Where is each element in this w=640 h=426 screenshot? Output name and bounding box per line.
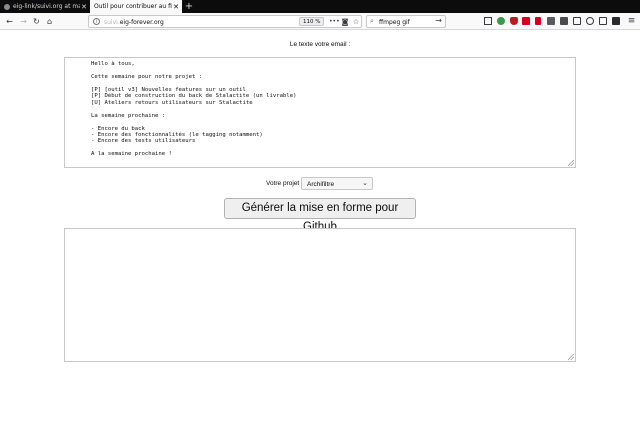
extension-dark-icon[interactable]	[612, 17, 620, 25]
library-icon[interactable]	[484, 17, 492, 25]
search-bar[interactable]: ⌕ ffmpeg gif →	[366, 15, 446, 28]
tab-outil[interactable]: Outil pour contribuer au fic ✕	[90, 0, 182, 13]
project-label: Votre projet :	[266, 180, 303, 187]
page-content: Le texte votre email : Hello à tous, Cet…	[0, 31, 640, 426]
resize-grip-icon[interactable]	[568, 160, 574, 166]
chevron-down-icon: ⌄	[362, 180, 368, 187]
search-icon: ⌕	[370, 17, 374, 25]
close-tab-icon[interactable]: ✕	[172, 3, 180, 11]
project-row: Votre projet : Archifiltre ⌄	[0, 177, 640, 191]
tab-github[interactable]: eig-link/suivi.org at mas ✕	[0, 0, 90, 13]
search-go-icon[interactable]: →	[435, 16, 442, 25]
tab-strip: eig-link/suivi.org at mas ✕ Outil pour c…	[0, 0, 640, 13]
navigation-toolbar: ← → ↻ ⌂ i suivi.eig-forever.org 110 % ••…	[0, 13, 640, 30]
forward-button[interactable]: →	[18, 16, 29, 27]
site-info-icon[interactable]: i	[93, 18, 100, 25]
extension-grid-icon[interactable]	[560, 17, 568, 25]
email-textarea-content: Hello à tous, Cette semaine pour notre p…	[91, 61, 297, 158]
url-text: suivi.eig-forever.org	[104, 19, 164, 26]
email-textarea[interactable]: Hello à tous, Cette semaine pour notre p…	[64, 57, 576, 168]
project-selected-value: Archifiltre	[307, 181, 335, 188]
search-input[interactable]: ffmpeg gif	[379, 19, 410, 26]
screenshot-icon[interactable]	[573, 17, 581, 25]
home-button[interactable]: ⌂	[44, 16, 55, 27]
extension-puzzle-icon[interactable]	[547, 17, 555, 25]
generate-github-button[interactable]: Générer la mise en forme pour Github	[224, 198, 416, 233]
url-bar[interactable]: i suivi.eig-forever.org 110 % ••• ◙ ☆	[88, 15, 362, 28]
new-tab-button[interactable]: +	[182, 0, 196, 13]
sidebar-icon[interactable]	[599, 17, 607, 25]
bookmark-star-icon[interactable]: ☆	[351, 17, 361, 27]
resize-grip-icon[interactable]	[568, 354, 574, 360]
zoom-indicator[interactable]: 110 %	[299, 17, 325, 26]
tab-label: Outil pour contribuer au fic	[94, 3, 172, 10]
reload-button[interactable]: ↻	[31, 16, 42, 27]
back-button[interactable]: ←	[4, 16, 15, 27]
page-actions-icon[interactable]: •••	[329, 17, 340, 27]
tab-label: eig-link/suivi.org at mas	[13, 3, 80, 10]
output-textarea[interactable]	[64, 228, 576, 362]
menu-icon[interactable]: ≡	[626, 16, 637, 27]
close-tab-icon[interactable]: ✕	[80, 3, 88, 11]
email-text-label: Le texte votre email :	[289, 41, 351, 48]
github-favicon-icon	[4, 3, 10, 10]
project-select[interactable]: Archifiltre ⌄	[301, 177, 373, 190]
extension-red-icon[interactable]	[522, 17, 530, 25]
sync-icon[interactable]	[586, 17, 594, 25]
extension-pdf-icon[interactable]	[535, 17, 541, 25]
pocket-icon[interactable]: ◙	[340, 17, 350, 27]
extension-green-icon[interactable]	[497, 17, 505, 25]
ublock-shield-icon[interactable]	[510, 17, 518, 25]
